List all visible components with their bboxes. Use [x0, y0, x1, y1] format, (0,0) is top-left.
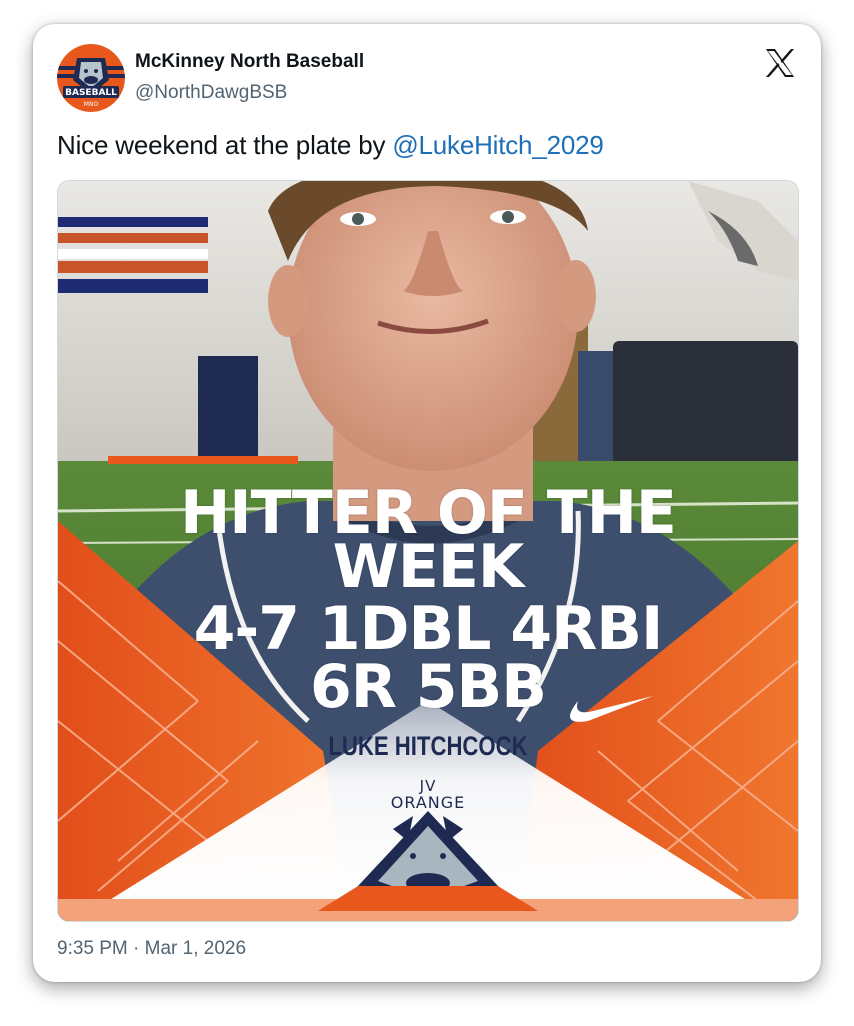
- user-handle[interactable]: @NorthDawgBSB: [135, 82, 287, 104]
- stats-line-2: 6R 5BB: [309, 652, 547, 722]
- avatar[interactable]: BASEBALL MNO: [57, 44, 125, 112]
- tweet-text: Nice weekend at the plate by @LukeHitch_…: [57, 130, 604, 161]
- team-label-line-2: ORANGE: [390, 793, 466, 812]
- tweet-card: BASEBALL MNO McKinney North Baseball @No…: [33, 24, 821, 982]
- avatar-text: BASEBALL: [65, 88, 117, 98]
- headline-line-2: WEEK: [332, 532, 525, 602]
- mention-link[interactable]: @LukeHitch_2029: [392, 130, 604, 160]
- tweet-text-body: Nice weekend at the plate by: [57, 130, 393, 160]
- x-logo-icon[interactable]: [763, 46, 797, 80]
- tweet-timestamp[interactable]: 9:35 PM · Mar 1, 2026: [57, 938, 246, 960]
- tweet-image[interactable]: HITTER OF THE WEEK 4-7 1DBL 4RBI 6R 5BB …: [57, 180, 799, 922]
- player-name: LUKE HITCHCOCK: [328, 731, 528, 761]
- avatar-subtext: MNO: [84, 101, 99, 108]
- stats-line-1: 4-7 1DBL 4RBI: [193, 594, 664, 664]
- display-name[interactable]: McKinney North Baseball: [135, 51, 364, 73]
